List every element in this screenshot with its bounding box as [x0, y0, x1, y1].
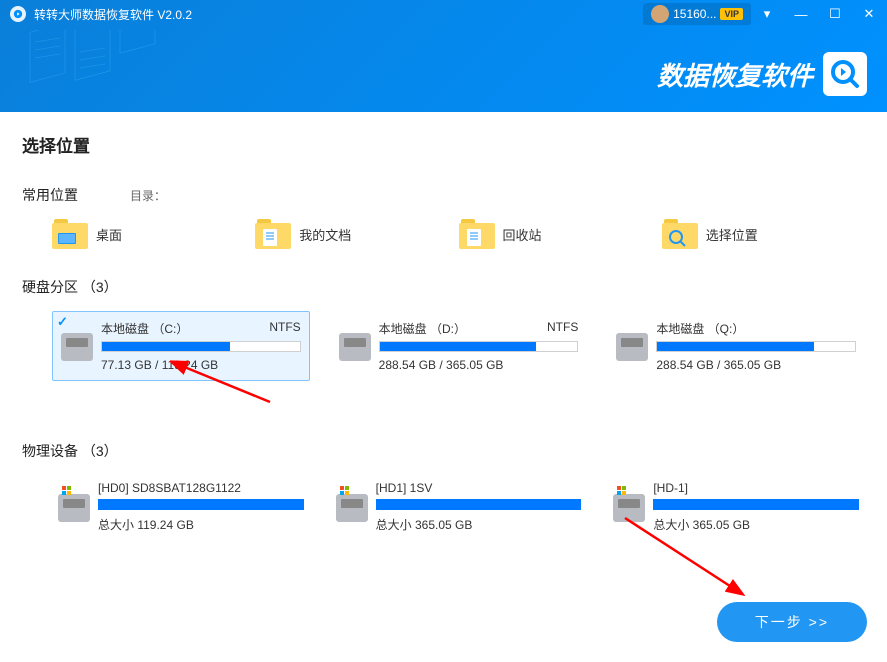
drive-icon [616, 333, 648, 361]
location-item-documents[interactable]: 我的文档 [255, 219, 458, 249]
device-card[interactable]: [HD0] SD8SBAT128G1122 总大小 119.24 GB [52, 475, 310, 539]
location-label: 桌面 [96, 225, 122, 244]
brand-text: 数据恢复软件 [657, 56, 813, 93]
devices-header: 物理设备 （3） [22, 441, 865, 461]
dropdown-icon[interactable]: ▾ [759, 6, 775, 22]
devices-row: [HD0] SD8SBAT128G1122 总大小 119.24 GB [HD1… [22, 475, 865, 539]
location-item-recycle[interactable]: 回收站 [459, 219, 662, 249]
next-button[interactable]: 下一步 >> [717, 602, 867, 642]
app-header: 转转大师数据恢复软件 V2.0.2 15160... VIP ▾ — ☐ ✕ 数… [0, 0, 887, 112]
device-name: [HD1] 1SV [376, 481, 582, 495]
partition-name: 本地磁盘 （Q:） [656, 320, 744, 337]
device-name: [HD-1] [653, 481, 859, 495]
brand-icon [823, 52, 867, 96]
main-content: 选择位置 常用位置 目录： 桌面 我的文档 回收站 选择位置 硬盘分区 （3） … [0, 112, 887, 559]
partition-size: 288.54 GB / 365.05 GB [379, 358, 579, 372]
user-id: 15160... [673, 7, 716, 21]
partition-name: 本地磁盘 （D:） [379, 320, 466, 337]
partition-card[interactable]: 本地磁盘 （Q:） 288.54 GB / 365.05 GB [607, 311, 865, 381]
partition-name: 本地磁盘 （C:） [101, 320, 188, 337]
partitions-row: ✓ 本地磁盘 （C:） NTFS 77.13 GB / 119.24 GB 本地磁… [22, 311, 865, 381]
app-logo-icon [10, 6, 26, 22]
drive-icon [336, 494, 368, 522]
partition-size: 77.13 GB / 119.24 GB [101, 358, 301, 372]
drive-icon [58, 494, 90, 522]
check-icon: ✓ [57, 314, 68, 330]
dir-label: 目录： [130, 187, 166, 204]
common-locations-row: 桌面 我的文档 回收站 选择位置 [22, 219, 865, 249]
partitions-header: 硬盘分区 （3） [22, 277, 865, 297]
usage-bar [656, 341, 856, 352]
titlebar: 转转大师数据恢复软件 V2.0.2 15160... VIP ▾ — ☐ ✕ [0, 0, 887, 28]
usage-bar [101, 341, 301, 352]
window-controls: ▾ — ☐ ✕ [759, 6, 877, 22]
folder-icon [255, 219, 291, 249]
minimize-button[interactable]: — [793, 7, 809, 22]
page-title: 选择位置 [22, 132, 865, 157]
location-item-browse[interactable]: 选择位置 [662, 219, 865, 249]
location-label: 我的文档 [299, 225, 351, 244]
device-name: [HD0] SD8SBAT128G1122 [98, 481, 304, 495]
location-label: 选择位置 [706, 225, 758, 244]
device-bar [98, 499, 304, 510]
decor-pattern [20, 30, 200, 110]
partition-fs: NTFS [269, 320, 300, 337]
avatar [651, 5, 669, 23]
folder-icon [52, 219, 88, 249]
partition-size: 288.54 GB / 365.05 GB [656, 358, 856, 372]
device-card[interactable]: [HD1] 1SV 总大小 365.05 GB [330, 475, 588, 539]
vip-badge: VIP [720, 8, 743, 20]
partition-card[interactable]: 本地磁盘 （D:） NTFS 288.54 GB / 365.05 GB [330, 311, 588, 381]
device-size: 总大小 119.24 GB [98, 516, 304, 533]
drive-icon [339, 333, 371, 361]
folder-icon [662, 219, 698, 249]
usage-bar [379, 341, 579, 352]
location-item-desktop[interactable]: 桌面 [52, 219, 255, 249]
partition-card[interactable]: ✓ 本地磁盘 （C:） NTFS 77.13 GB / 119.24 GB [52, 311, 310, 381]
device-bar [376, 499, 582, 510]
brand-area: 数据恢复软件 [657, 52, 867, 96]
close-button[interactable]: ✕ [861, 6, 877, 22]
common-locations-header: 常用位置 [22, 185, 130, 205]
drive-icon [613, 494, 645, 522]
maximize-button[interactable]: ☐ [827, 6, 843, 22]
device-size: 总大小 365.05 GB [653, 516, 859, 533]
location-label: 回收站 [503, 225, 542, 244]
drive-icon [61, 333, 93, 361]
device-card[interactable]: [HD-1] 总大小 365.05 GB [607, 475, 865, 539]
device-size: 总大小 365.05 GB [376, 516, 582, 533]
user-badge[interactable]: 15160... VIP [643, 3, 751, 25]
partition-fs: NTFS [547, 320, 578, 337]
device-bar [653, 499, 859, 510]
app-title: 转转大师数据恢复软件 V2.0.2 [34, 6, 643, 23]
folder-icon [459, 219, 495, 249]
